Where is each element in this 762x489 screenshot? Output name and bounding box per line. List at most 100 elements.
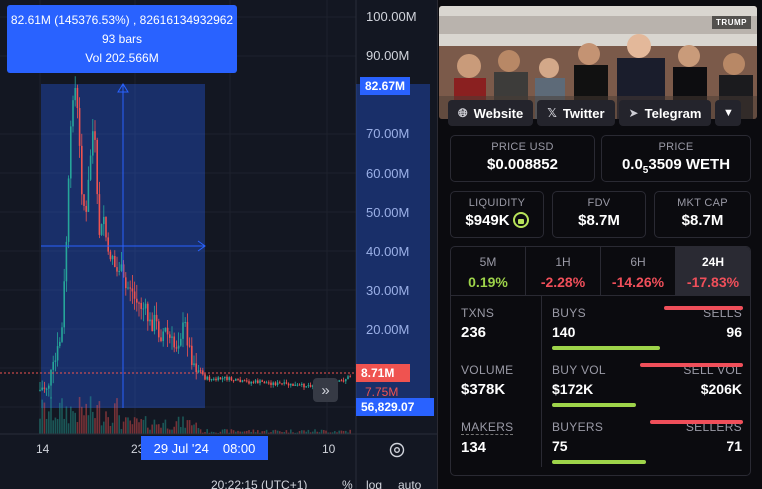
candle-body — [151, 319, 153, 332]
candle-body — [283, 382, 285, 384]
volume-bar — [226, 429, 228, 434]
candle-body — [305, 386, 307, 388]
candle-body — [232, 380, 235, 382]
candle-body — [61, 327, 63, 342]
volume-bar — [125, 417, 127, 434]
volume-bar — [162, 422, 164, 434]
price-chart[interactable]: 100.00M 90.00M 70.00M 60.00M 50.00M 40.0… — [0, 0, 437, 489]
volume-bar — [43, 402, 46, 434]
transactions-box: TXNS 236 BUYS 140 SELLS 96 VOLUME $378K BU… — [450, 296, 751, 476]
volume-bar — [184, 427, 186, 434]
price-usd-box: PRICE USD $0.008852 — [450, 135, 595, 182]
volume-bar — [105, 411, 107, 434]
social-links: 🌐︎ Website 𝕏 Twitter ➤ Telegram ▼ — [448, 100, 742, 126]
mkt-cap-label: MKT CAP — [677, 197, 728, 209]
candle-body — [138, 302, 140, 304]
candle-body — [226, 376, 228, 380]
buys-label: BUYS — [552, 306, 586, 320]
volume-bar — [248, 430, 250, 434]
volume-bar — [50, 396, 52, 434]
period-tabs: 5M 0.19% 1H -2.28% 6H -14.26% 24H -17.83… — [450, 246, 751, 296]
volume-bar — [155, 424, 158, 434]
volume-bar — [116, 398, 118, 434]
telegram-icon: ➤ — [628, 106, 639, 120]
candle-body — [180, 338, 182, 346]
candle-body — [206, 376, 208, 380]
twitter-button[interactable]: 𝕏 Twitter — [537, 100, 615, 126]
scroll-to-realtime-button[interactable]: » — [313, 378, 338, 402]
volume-bar — [107, 417, 109, 434]
candle-body — [43, 387, 46, 389]
volume-bar — [81, 406, 83, 434]
volume-bar — [307, 429, 310, 434]
candle-body — [195, 363, 197, 373]
buyers-value: 75 — [552, 438, 568, 454]
candle-body — [237, 378, 239, 380]
volume-bar — [133, 417, 136, 434]
chart-settings-gear-icon[interactable] — [388, 441, 406, 459]
candle-body — [202, 370, 204, 375]
candle-body — [164, 327, 167, 332]
candle-body — [345, 379, 347, 382]
volume-bar — [206, 429, 208, 434]
candle-body — [213, 378, 215, 380]
time-tick: 14 — [36, 442, 50, 456]
candle-body — [45, 388, 48, 390]
log-toggle[interactable]: log — [366, 478, 382, 489]
volume-bar — [120, 429, 123, 434]
candle-body — [63, 281, 65, 328]
banner-logo: TRUMP — [712, 16, 751, 29]
volume-bar — [45, 418, 48, 434]
telegram-label: Telegram — [644, 105, 702, 121]
candle-body — [276, 382, 279, 386]
website-button[interactable]: 🌐︎ Website — [448, 100, 534, 126]
volume-bar — [52, 420, 54, 434]
candle-body — [107, 237, 109, 252]
volume-bar — [320, 429, 323, 434]
auto-toggle[interactable]: auto — [398, 478, 421, 489]
tab-6h[interactable]: 6H -14.26% — [601, 247, 676, 295]
candle-body — [147, 303, 149, 322]
candle-body — [182, 322, 184, 339]
volume-bar — [136, 418, 138, 434]
volume-bar — [92, 411, 94, 434]
price-native-box: PRICE 0.053509 WETH — [601, 135, 751, 182]
buys-value: 140 — [552, 324, 576, 340]
telegram-button[interactable]: ➤ Telegram — [618, 100, 712, 126]
tab-24h[interactable]: 24H -17.83% — [676, 247, 750, 295]
volume-bar — [169, 429, 171, 434]
percent-toggle[interactable]: % — [342, 478, 353, 489]
fdv-value: $8.7M — [578, 212, 620, 229]
lock-icon — [512, 212, 529, 228]
candle-body — [103, 216, 105, 225]
candle-body — [261, 380, 263, 382]
volume-bar — [232, 430, 235, 434]
volume-tag: 56,829.07 — [356, 398, 434, 416]
change-5m: 0.19% — [468, 274, 508, 290]
volume-bar — [230, 429, 233, 434]
sell-vol-bar — [640, 363, 743, 367]
candle-body — [204, 374, 206, 380]
candle-body — [191, 345, 193, 365]
volume-bar — [177, 416, 180, 434]
more-socials-button[interactable]: ▼ — [715, 100, 742, 126]
volume-bar — [89, 396, 92, 434]
tab-5m[interactable]: 5M 0.19% — [451, 247, 526, 295]
candle-body — [81, 145, 83, 195]
candle-body — [83, 194, 85, 206]
volume-bar — [193, 424, 195, 434]
volume-bar — [122, 421, 125, 434]
tab-1h[interactable]: 1H -2.28% — [526, 247, 601, 295]
candle-body — [215, 378, 217, 381]
fdv-label: FDV — [587, 197, 611, 209]
candle-body — [59, 341, 61, 347]
txns-row: TXNS 236 BUYS 140 SELLS 96 — [451, 296, 750, 353]
makers-label: MAKERS — [461, 420, 514, 435]
candle-body — [239, 379, 241, 383]
candle-body — [158, 321, 160, 338]
candle-body — [171, 336, 173, 338]
buys-bar — [552, 346, 660, 350]
candle-body — [290, 383, 292, 386]
txns-value: 236 — [461, 324, 487, 341]
candle-body — [186, 322, 189, 346]
